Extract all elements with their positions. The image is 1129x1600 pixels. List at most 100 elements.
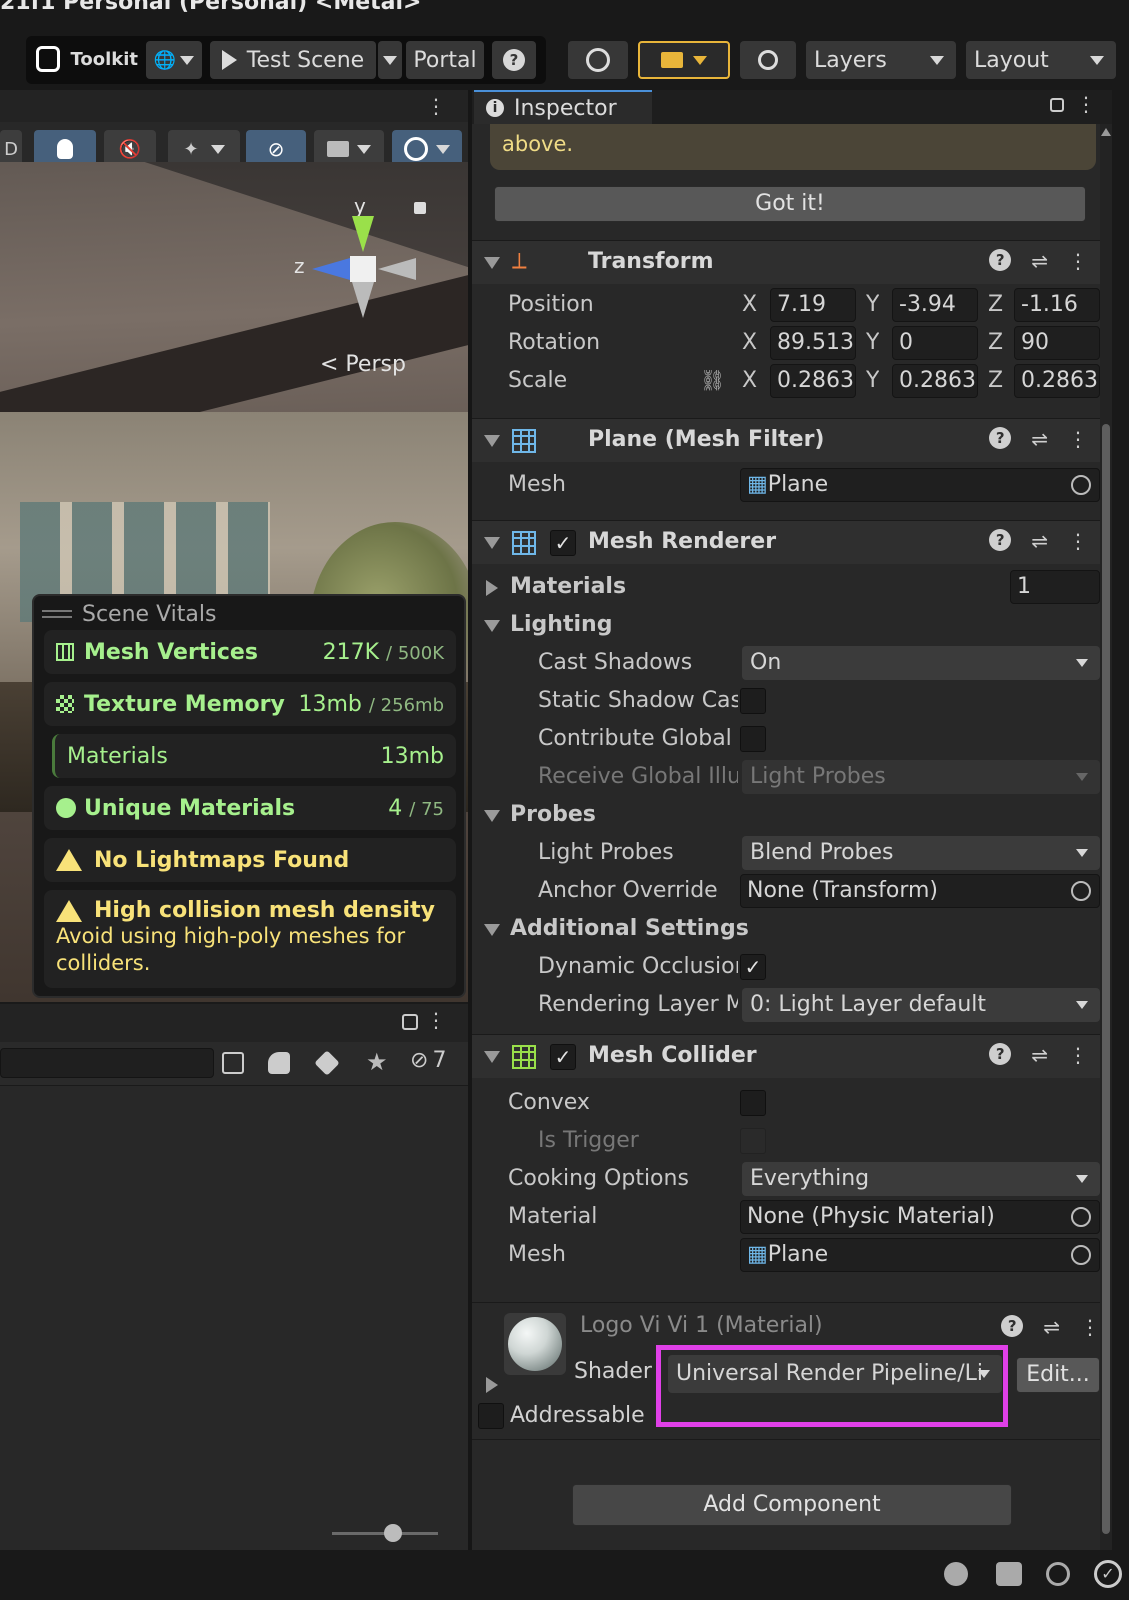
inspector-tab[interactable]: i Inspector bbox=[474, 90, 652, 124]
got-it-button[interactable]: Got it! bbox=[494, 186, 1086, 222]
cooking-options-dropdown[interactable]: Everything bbox=[742, 1162, 1100, 1196]
favorite-star-icon[interactable]: ★ bbox=[366, 1048, 388, 1076]
hierarchy-search-input[interactable] bbox=[0, 1048, 214, 1078]
dynamic-occlusion-checkbox[interactable]: ✓ bbox=[740, 954, 766, 980]
collapse-arrow-icon[interactable] bbox=[484, 537, 500, 549]
static-shadow-checkbox[interactable] bbox=[740, 688, 766, 714]
help-icon[interactable]: ? bbox=[989, 427, 1012, 449]
hidden-objects-toggle[interactable]: ⊘ 7 bbox=[410, 1048, 446, 1073]
object-picker-icon[interactable] bbox=[1071, 475, 1091, 495]
help-icon[interactable]: ? bbox=[989, 1043, 1012, 1065]
search-window-icon[interactable] bbox=[222, 1052, 244, 1074]
mesh-collider-header[interactable]: ✓ Mesh Collider ? ⇌ ⋮ bbox=[472, 1034, 1112, 1078]
panel-menu-icon[interactable]: ⋮ bbox=[426, 1008, 446, 1032]
scale-x-label[interactable]: X bbox=[742, 368, 757, 393]
type-filter-icon[interactable] bbox=[268, 1052, 290, 1074]
test-scene-dropdown[interactable] bbox=[378, 41, 402, 79]
scale-y-field[interactable]: 0.2863 bbox=[892, 364, 978, 398]
rotation-z-label[interactable]: Z bbox=[988, 330, 1003, 355]
light-probes-dropdown[interactable]: Blend Probes bbox=[742, 836, 1100, 870]
position-x-field[interactable]: 7.19 bbox=[770, 288, 856, 322]
collapse-arrow-icon[interactable] bbox=[484, 924, 500, 936]
mesh-collider-enabled-checkbox[interactable]: ✓ bbox=[550, 1044, 576, 1070]
kebab-menu-icon[interactable]: ⋮ bbox=[1068, 427, 1088, 451]
mesh-renderer-enabled-checkbox[interactable]: ✓ bbox=[550, 530, 576, 556]
globe-dropdown[interactable]: 🌐 bbox=[146, 41, 202, 79]
materials-label[interactable]: Materials bbox=[510, 574, 626, 599]
transform-header[interactable]: ⟂ Transform ? ⇌ ⋮ bbox=[472, 240, 1112, 284]
network-status-icon[interactable] bbox=[996, 1562, 1022, 1586]
mesh-renderer-header[interactable]: ✓ Mesh Renderer ? ⇌ ⋮ bbox=[472, 520, 1112, 564]
expand-arrow-icon[interactable] bbox=[486, 580, 498, 596]
cast-shadows-dropdown[interactable]: On bbox=[742, 646, 1100, 680]
shader-edit-button[interactable]: Edit... bbox=[1016, 1357, 1100, 1393]
label-filter-icon[interactable] bbox=[314, 1050, 340, 1076]
panel-menu-icon[interactable]: ⋮ bbox=[426, 94, 446, 118]
package-dropdown-button[interactable] bbox=[638, 41, 730, 79]
orientation-gizmo[interactable]: y z bbox=[294, 194, 430, 324]
position-z-label[interactable]: Z bbox=[988, 292, 1003, 317]
scale-z-label[interactable]: Z bbox=[988, 368, 1003, 393]
presets-icon[interactable]: ⇌ bbox=[1031, 1043, 1048, 1067]
additional-settings-foldout[interactable]: Additional Settings bbox=[472, 912, 1112, 950]
inspector-scrollbar[interactable] bbox=[1100, 124, 1112, 1550]
collapse-arrow-icon[interactable] bbox=[484, 435, 500, 447]
add-component-button[interactable]: Add Component bbox=[572, 1484, 1012, 1526]
scroll-up-arrow-icon[interactable] bbox=[1101, 128, 1111, 136]
layout-dropdown[interactable]: Layout bbox=[966, 41, 1116, 79]
help-icon[interactable]: ? bbox=[989, 249, 1012, 271]
presets-icon[interactable]: ⇌ bbox=[1031, 529, 1048, 553]
portal-button[interactable]: Portal bbox=[406, 41, 484, 79]
position-y-field[interactable]: -3.94 bbox=[892, 288, 978, 322]
presets-icon[interactable]: ⇌ bbox=[1043, 1315, 1060, 1339]
rotation-y-label[interactable]: Y bbox=[866, 330, 879, 355]
collab-status-icon[interactable] bbox=[1046, 1562, 1070, 1586]
expand-arrow-icon[interactable] bbox=[486, 1377, 498, 1393]
position-y-label[interactable]: Y bbox=[866, 292, 879, 317]
help-button[interactable]: ? bbox=[492, 41, 536, 79]
scale-z-field[interactable]: 0.2863 bbox=[1014, 364, 1100, 398]
physic-material-field[interactable]: None (Physic Material) bbox=[740, 1200, 1100, 1234]
mesh-object-field[interactable]: ▦Plane bbox=[740, 468, 1100, 502]
scale-x-field[interactable]: 0.2863 bbox=[770, 364, 856, 398]
shader-dropdown[interactable]: Universal Render Pipeline/Li bbox=[668, 1355, 1002, 1393]
toolkit-logo-button[interactable]: Toolkit bbox=[30, 40, 138, 78]
persp-label[interactable]: < Persp bbox=[320, 352, 406, 377]
drag-handle-icon[interactable] bbox=[42, 610, 72, 618]
collapse-arrow-icon[interactable] bbox=[484, 810, 500, 822]
help-icon[interactable]: ? bbox=[989, 529, 1012, 551]
addressable-checkbox[interactable] bbox=[478, 1403, 504, 1429]
scale-y-label[interactable]: Y bbox=[866, 368, 879, 393]
kebab-menu-icon[interactable]: ⋮ bbox=[1068, 529, 1088, 553]
rotation-x-label[interactable]: X bbox=[742, 330, 757, 355]
presets-icon[interactable]: ⇌ bbox=[1031, 249, 1048, 273]
position-x-label[interactable]: X bbox=[742, 292, 757, 317]
history-button[interactable] bbox=[568, 41, 628, 79]
position-z-field[interactable]: -1.16 bbox=[1014, 288, 1100, 322]
zoom-slider-thumb[interactable] bbox=[384, 1524, 402, 1542]
layers-dropdown[interactable]: Layers bbox=[806, 41, 956, 79]
rotation-x-field[interactable]: 89.513 bbox=[770, 326, 856, 360]
check-status-icon[interactable]: ✓ bbox=[1094, 1560, 1122, 1588]
rotation-y-field[interactable]: 0 bbox=[892, 326, 978, 360]
panel-menu-icon[interactable]: ⋮ bbox=[1076, 92, 1096, 116]
kebab-menu-icon[interactable]: ⋮ bbox=[1068, 249, 1088, 273]
lighting-foldout[interactable]: Lighting bbox=[472, 608, 1112, 646]
object-picker-icon[interactable] bbox=[1071, 1207, 1091, 1227]
lock-icon[interactable] bbox=[1050, 98, 1064, 112]
collapse-arrow-icon[interactable] bbox=[484, 620, 500, 632]
zoom-slider[interactable] bbox=[332, 1524, 438, 1542]
convex-checkbox[interactable] bbox=[740, 1090, 766, 1116]
test-scene-button[interactable]: Test Scene bbox=[210, 41, 376, 79]
collapse-arrow-icon[interactable] bbox=[484, 257, 500, 269]
gizmo-lock-icon[interactable] bbox=[414, 202, 426, 214]
search-button[interactable] bbox=[740, 41, 796, 79]
object-picker-icon[interactable] bbox=[1071, 1245, 1091, 1265]
rendering-layer-dropdown[interactable]: 0: Light Layer default bbox=[742, 988, 1100, 1022]
object-picker-icon[interactable] bbox=[1071, 881, 1091, 901]
kebab-menu-icon[interactable]: ⋮ bbox=[1080, 1315, 1100, 1339]
materials-count-field[interactable]: 1 bbox=[1010, 570, 1100, 604]
anchor-override-field[interactable]: None (Transform) bbox=[740, 874, 1100, 908]
constrain-proportions-icon[interactable]: ⛓ bbox=[700, 368, 725, 392]
collider-mesh-field[interactable]: ▦Plane bbox=[740, 1238, 1100, 1272]
